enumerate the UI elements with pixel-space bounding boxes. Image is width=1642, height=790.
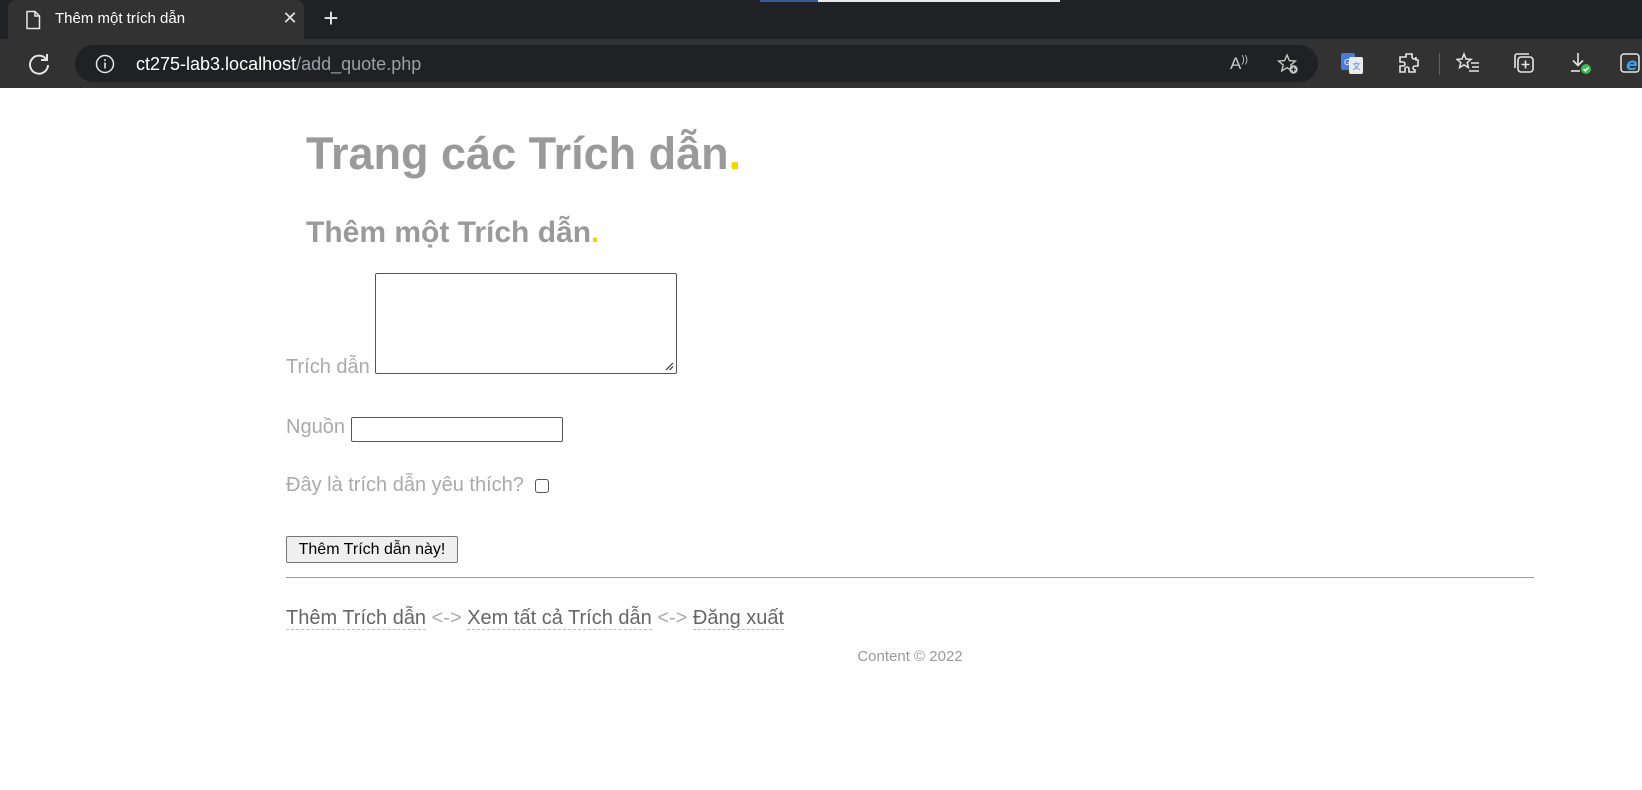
quote-label: Trích dẫn: [286, 356, 370, 378]
favorites-icon[interactable]: [1456, 51, 1480, 75]
svg-text:e: e: [1626, 55, 1638, 75]
browser-tab-active[interactable]: Thêm một trích dẫn ✕: [8, 0, 304, 39]
browser-tab-strip: Thêm một trích dẫn ✕ +: [0, 0, 1642, 39]
favorite-label: Đây là trích dẫn yêu thích?: [286, 474, 524, 496]
nav-add-quote-link[interactable]: Thêm Trích dẫn: [286, 607, 427, 630]
nav-separator: <->: [431, 607, 462, 629]
browser-toolbar: ct275-lab3.localhost/add_quote.php A)) G…: [0, 39, 1642, 88]
page-subtitle-text: Thêm một Trích dẫn: [306, 216, 592, 249]
copyright: Content © 2022: [857, 648, 963, 665]
page-subtitle-dot: .: [591, 216, 600, 249]
translate-icon[interactable]: G 文: [1340, 51, 1364, 75]
svg-text:文: 文: [1353, 61, 1361, 71]
url-path: /add_quote.php: [296, 54, 422, 74]
source-input[interactable]: [351, 417, 563, 442]
url-host: ct275-lab3.localhost: [136, 54, 297, 74]
divider: [286, 577, 1534, 578]
collections-icon[interactable]: [1512, 51, 1536, 75]
tab-strip-highlight-accent: [760, 0, 818, 2]
page-content: Trang các Trích dẫn. Thêm một Trích dẫn.…: [0, 88, 1642, 790]
new-tab-button[interactable]: +: [318, 5, 344, 32]
page-title-dot: .: [728, 128, 742, 179]
svg-text:G: G: [1344, 58, 1350, 67]
close-icon[interactable]: ✕: [278, 6, 302, 30]
add-favorite-icon[interactable]: [1277, 53, 1299, 75]
favorite-checkbox[interactable]: [535, 479, 549, 493]
page-title-text: Trang các Trích dẫn: [306, 128, 729, 179]
downloads-icon[interactable]: [1568, 51, 1592, 75]
quote-textarea[interactable]: [375, 273, 677, 374]
resize-grip-icon[interactable]: [664, 361, 674, 371]
nav-logout-link[interactable]: Đăng xuất: [692, 607, 785, 630]
page-subtitle: Thêm một Trích dẫn.: [306, 216, 599, 250]
info-icon[interactable]: [95, 54, 115, 74]
read-aloud-icon[interactable]: A)): [1230, 54, 1248, 74]
source-label: Nguồn: [286, 416, 345, 438]
nav-view-all-quotes-link[interactable]: Xem tất cả Trích dẫn: [467, 607, 652, 630]
toolbar-separator: [1439, 53, 1440, 75]
url-text[interactable]: ct275-lab3.localhost/add_quote.php: [136, 54, 421, 75]
reload-icon[interactable]: [25, 50, 53, 78]
page-icon: [26, 10, 41, 30]
page-title: Trang các Trích dẫn.: [306, 128, 741, 180]
extensions-icon[interactable]: [1397, 51, 1421, 75]
tab-title: Thêm một trích dẫn: [55, 10, 186, 27]
nav-separator: <->: [657, 607, 688, 629]
add-quote-button[interactable]: Thêm Trích dẫn này!: [286, 536, 458, 563]
address-bar[interactable]: ct275-lab3.localhost/add_quote.php A)): [75, 45, 1318, 82]
footer-nav: Thêm Trích dẫn <-> Xem tất cả Trích dẫn …: [286, 607, 785, 630]
ie-mode-icon[interactable]: e: [1620, 51, 1642, 75]
